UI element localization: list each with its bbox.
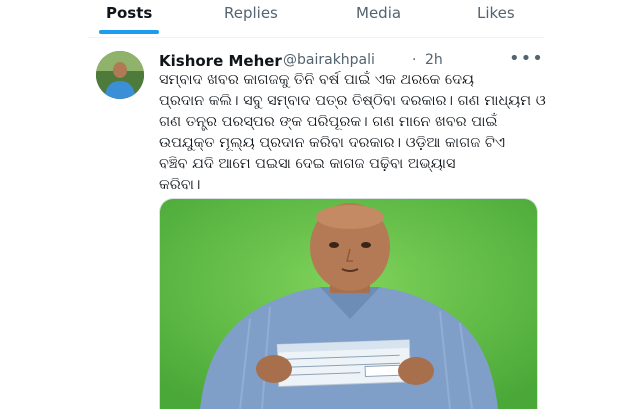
tab-replies[interactable]: Replies bbox=[224, 4, 278, 22]
post-photo[interactable] bbox=[159, 198, 538, 409]
tab-posts[interactable]: Posts bbox=[106, 4, 152, 22]
left-margin bbox=[0, 0, 88, 408]
post-text-line: ବଞ୍ଚିବ ଯଦି ଆମେ ପଇସା ଦେଇ କାଗଜ ପଢ଼ିବା ଅଭ୍ୟ… bbox=[159, 156, 456, 172]
post-text-line: ପ୍ରଦାନ କଲି। ସବୁ ସମ୍ବାଦ ପତ୍ର ତିଷ୍ଠିବା ଦରକ… bbox=[159, 93, 546, 109]
author-handle[interactable]: @bairakhpali bbox=[283, 52, 375, 68]
avatar[interactable] bbox=[96, 51, 144, 99]
profile-tabs: Posts Replies Media Likes bbox=[0, 0, 640, 34]
tab-media[interactable]: Media bbox=[356, 4, 401, 22]
post-time[interactable]: 2h bbox=[425, 52, 443, 68]
tabs-divider bbox=[88, 37, 544, 38]
post-text-line: ଗଣ ତନ୍ତ୍ର ପରସ୍ପର ଙ୍କ ପରିପୂରକ। ଗଣ ମାନେ ଖବ… bbox=[159, 114, 498, 130]
post-text-line: ସମ୍ବାଦ ଖବର କାଗଜକୁ ତିନି ବର୍ଷ ପାଇଁ ଏକ ଥରକେ… bbox=[159, 72, 475, 88]
more-horizontal-icon[interactable]: ••• bbox=[509, 48, 544, 69]
post-text-line: ଉପଯୁକ୍ତ ମୂଲ୍ୟ ପ୍ରଦାନ କରିବା ଦରକାର। ଓଡ଼ିଆ … bbox=[159, 135, 506, 151]
active-tab-indicator bbox=[99, 30, 159, 34]
post-text: ସମ୍ବାଦ ଖବର କାଗଜକୁ ତିନି ବର୍ଷ ପାଇଁ ଏକ ଥରକେ… bbox=[159, 70, 546, 196]
meta-separator: · bbox=[412, 52, 417, 68]
post-text-line: କରିବା। bbox=[159, 177, 201, 193]
author-name[interactable]: Kishore Meher bbox=[159, 52, 282, 70]
photo-man-holding-cheque bbox=[160, 199, 537, 409]
tab-likes[interactable]: Likes bbox=[477, 4, 515, 22]
